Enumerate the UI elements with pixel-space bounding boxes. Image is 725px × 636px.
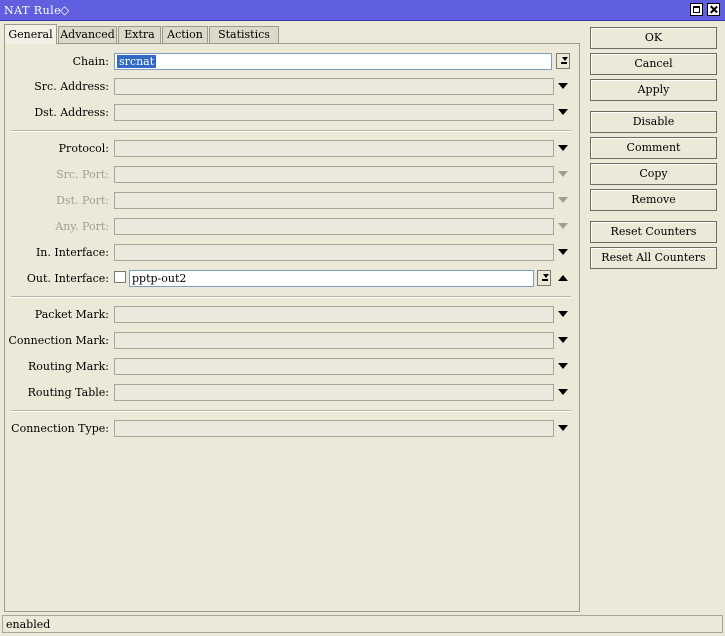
routing-table-label: Routing Table: <box>27 386 109 399</box>
routing-mark-label: Routing Mark: <box>27 360 109 373</box>
separator <box>11 296 571 298</box>
connection-type-label: Connection Type: <box>11 422 109 435</box>
separator <box>11 130 571 132</box>
tab-advanced[interactable]: Advanced <box>58 26 117 43</box>
chain-value: srcnat <box>117 55 157 68</box>
chain-input[interactable]: srcnat <box>114 53 552 70</box>
tab-statistics[interactable]: Statistics <box>209 26 279 43</box>
any-port-label: Any. Port: <box>55 220 109 233</box>
routing-mark-row: Routing Mark: <box>5 358 581 376</box>
separator <box>11 410 571 412</box>
dst-port-field <box>114 192 554 209</box>
any-port-expand-icon <box>558 223 568 229</box>
connection-type-expand-icon[interactable] <box>558 425 568 431</box>
routing-mark-expand-icon[interactable] <box>558 363 568 369</box>
out-interface-row: Out. Interface: pptp-out2 <box>5 270 581 288</box>
protocol-label: Protocol: <box>58 142 109 155</box>
src-address-field[interactable] <box>114 78 554 95</box>
src-port-label: Src. Port: <box>56 168 109 181</box>
src-port-row: Src. Port: <box>5 166 581 184</box>
chain-label: Chain: <box>72 55 109 68</box>
ok-button[interactable]: OK <box>590 27 717 49</box>
dst-address-row: Dst. Address: <box>5 104 581 122</box>
connection-mark-field[interactable] <box>114 332 554 349</box>
connection-mark-expand-icon[interactable] <box>558 337 568 343</box>
tab-extra[interactable]: Extra <box>118 26 161 43</box>
out-interface-dropdown-button[interactable] <box>537 270 551 286</box>
src-address-row: Src. Address: <box>5 78 581 96</box>
status-bar: enabled <box>2 615 723 633</box>
diamond-icon: ◇ <box>60 3 70 17</box>
status-text: enabled <box>6 618 51 631</box>
in-interface-label: In. Interface: <box>35 246 109 259</box>
routing-mark-field[interactable] <box>114 358 554 375</box>
title-bar: NAT Rule ◇ <box>0 0 725 21</box>
apply-button[interactable]: Apply <box>590 79 717 101</box>
copy-button[interactable]: Copy <box>590 163 717 185</box>
packet-mark-label: Packet Mark: <box>34 308 109 321</box>
tab-general[interactable]: General <box>4 24 57 44</box>
maximize-button[interactable] <box>690 3 703 16</box>
close-button[interactable] <box>707 3 720 16</box>
src-port-field <box>114 166 554 183</box>
packet-mark-field[interactable] <box>114 306 554 323</box>
connection-mark-label: Connection Mark: <box>8 334 109 347</box>
packet-mark-expand-icon[interactable] <box>558 311 568 317</box>
protocol-expand-icon[interactable] <box>558 145 568 151</box>
out-interface-value: pptp-out2 <box>132 272 187 285</box>
routing-table-row: Routing Table: <box>5 384 581 402</box>
dst-address-field[interactable] <box>114 104 554 121</box>
dst-port-expand-icon <box>558 197 568 203</box>
comment-button[interactable]: Comment <box>590 137 717 159</box>
chain-dropdown-button[interactable] <box>556 53 570 69</box>
window-title: NAT Rule <box>4 4 62 17</box>
cancel-button[interactable]: Cancel <box>590 53 717 75</box>
in-interface-row: In. Interface: <box>5 244 581 262</box>
connection-type-field[interactable] <box>114 420 554 437</box>
dst-port-label: Dst. Port: <box>56 194 109 207</box>
any-port-row: Any. Port: <box>5 218 581 236</box>
any-port-field <box>114 218 554 235</box>
connection-mark-row: Connection Mark: <box>5 332 581 350</box>
reset-all-counters-button[interactable]: Reset All Counters <box>590 247 717 269</box>
dst-address-label: Dst. Address: <box>34 106 109 119</box>
routing-table-expand-icon[interactable] <box>558 389 568 395</box>
remove-button[interactable]: Remove <box>590 189 717 211</box>
out-interface-negate-checkbox[interactable] <box>114 271 126 283</box>
disable-button[interactable]: Disable <box>590 111 717 133</box>
src-address-expand-icon[interactable] <box>558 83 568 89</box>
out-interface-input[interactable]: pptp-out2 <box>129 270 534 287</box>
tab-action[interactable]: Action <box>162 26 208 43</box>
chain-row: Chain: srcnat <box>5 53 581 71</box>
in-interface-expand-icon[interactable] <box>558 249 568 255</box>
connection-type-row: Connection Type: <box>5 420 581 438</box>
dst-port-row: Dst. Port: <box>5 192 581 210</box>
in-interface-field[interactable] <box>114 244 554 261</box>
out-interface-label: Out. Interface: <box>26 272 109 285</box>
dst-address-expand-icon[interactable] <box>558 109 568 115</box>
general-panel: Chain: srcnat Src. Address: Dst. Address… <box>4 43 580 612</box>
protocol-row: Protocol: <box>5 140 581 158</box>
src-address-label: Src. Address: <box>34 80 109 93</box>
out-interface-collapse-icon[interactable] <box>558 275 568 281</box>
packet-mark-row: Packet Mark: <box>5 306 581 324</box>
routing-table-field[interactable] <box>114 384 554 401</box>
reset-counters-button[interactable]: Reset Counters <box>590 221 717 243</box>
src-port-expand-icon <box>558 171 568 177</box>
protocol-field[interactable] <box>114 140 554 157</box>
